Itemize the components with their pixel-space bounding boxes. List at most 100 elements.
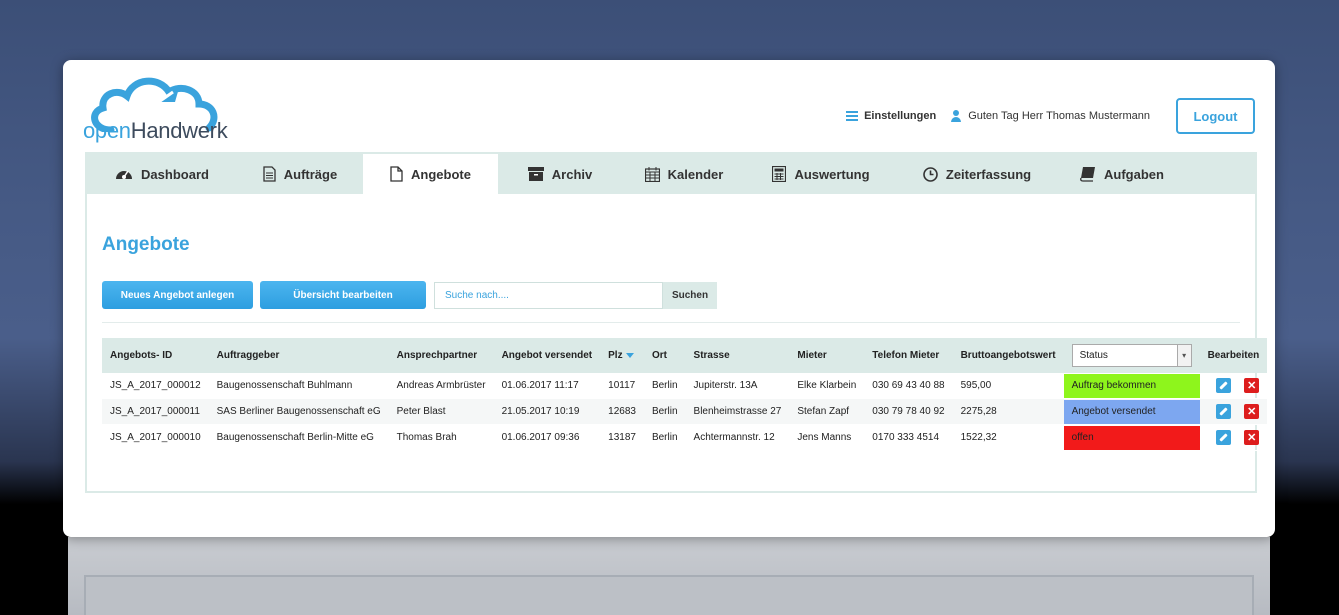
cell-status: offen — [1063, 424, 1200, 451]
pencil-icon[interactable] — [1216, 430, 1232, 445]
col-header-city[interactable]: Ort — [643, 338, 686, 373]
calendar-icon — [644, 166, 660, 182]
cell-edit: ✕ — [1199, 424, 1268, 451]
pencil-icon[interactable] — [1216, 404, 1232, 419]
tab-angebote[interactable]: Angebote — [363, 154, 498, 194]
cell-sent: 01.06.2017 09:36 — [493, 424, 601, 451]
status-badge: offen — [1063, 425, 1200, 450]
document-icon — [390, 166, 403, 182]
divider — [102, 322, 1240, 323]
delete-icon[interactable]: ✕ — [1244, 378, 1260, 393]
col-header-edit: Bearbeiten — [1199, 338, 1268, 373]
cell-sent: 21.05.2017 10:19 — [493, 398, 601, 425]
table-row[interactable]: JS_A_2017_000011 SAS Berliner Baugenossen… — [102, 398, 1268, 425]
cell-zip: 13187 — [600, 424, 644, 451]
col-header-sent[interactable]: Angebot versendet — [493, 338, 601, 373]
cell-contact: Andreas Armbrüster — [388, 373, 494, 399]
cell-city: Berlin — [643, 373, 686, 399]
tab-kalender[interactable]: Kalender — [622, 154, 746, 194]
settings-link[interactable]: Einstellungen — [846, 109, 936, 123]
cell-zip: 10117 — [600, 373, 644, 399]
user-icon — [950, 110, 962, 122]
cell-client: SAS Berliner Baugenossenschaft eG — [208, 398, 389, 425]
app-window: openHandwerk Einstellungen Guten Tag Her… — [63, 60, 1275, 537]
table-header-row: Angebots- ID Auftraggeber Ansprechpartne… — [102, 338, 1268, 373]
new-offer-button[interactable]: Neues Angebot anlegen — [102, 281, 253, 309]
main-panel: Dashboard Aufträge Angebote Archiv Kalen… — [85, 152, 1268, 493]
cell-status: Angebot versendet — [1063, 398, 1200, 425]
main-nav-tabs: Dashboard Aufträge Angebote Archiv Kalen… — [87, 154, 1255, 194]
clock-icon — [923, 166, 938, 182]
cell-sent: 01.06.2017 11:17 — [493, 373, 601, 399]
cell-phone: 030 79 78 40 92 — [864, 398, 953, 425]
cell-edit: ✕ — [1199, 373, 1268, 399]
search-button[interactable]: Suchen — [663, 282, 717, 309]
cell-contact: Peter Blast — [388, 398, 494, 425]
offers-table: Angebots- ID Auftraggeber Ansprechpartne… — [102, 338, 1268, 451]
delete-icon[interactable]: ✕ — [1244, 430, 1260, 445]
cell-id: JS_A_2017_000010 — [102, 424, 209, 451]
page-title: Angebote — [102, 234, 190, 255]
cell-city: Berlin — [643, 398, 686, 425]
col-header-gross[interactable]: Bruttoangebotswert — [952, 338, 1064, 373]
dashboard-icon — [116, 170, 133, 179]
menu-icon — [846, 109, 859, 123]
tab-archiv[interactable]: Archiv — [498, 154, 622, 194]
cell-tenant: Elke Klarbein — [789, 373, 865, 399]
cell-client: Baugenossenschaft Berlin-Mitte eG — [208, 424, 389, 451]
tab-dashboard[interactable]: Dashboard — [87, 154, 237, 194]
tab-auftraege[interactable]: Aufträge — [237, 154, 363, 194]
archive-icon — [527, 167, 544, 181]
greeting-text: Guten Tag Herr Thomas Mustermann — [968, 110, 1150, 122]
cell-edit: ✕ — [1199, 398, 1268, 425]
tab-auswertung[interactable]: Auswertung — [746, 154, 896, 194]
status-badge: Angebot versendet — [1063, 399, 1200, 424]
logo-wordmark: openHandwerk — [83, 118, 228, 143]
chevron-down-icon: ▾ — [1176, 345, 1191, 366]
cell-street: Jupiterstr. 13A — [685, 373, 790, 399]
page-reflection — [68, 537, 1270, 615]
search-input[interactable]: Suche nach.... — [434, 282, 663, 309]
cell-phone: 030 69 43 40 88 — [864, 373, 953, 399]
sort-desc-icon — [625, 352, 634, 358]
cell-zip: 12683 — [600, 398, 644, 425]
status-filter-select[interactable]: Status ▾ — [1071, 344, 1192, 367]
cell-street: Blenheimstrasse 27 — [685, 398, 790, 425]
table-row[interactable]: JS_A_2017_000010 Baugenossenschaft Berlin… — [102, 424, 1268, 451]
cell-client: Baugenossenschaft Buhlmann — [208, 373, 389, 399]
document-text-icon — [263, 166, 276, 182]
user-greeting: Guten Tag Herr Thomas Mustermann — [950, 110, 1150, 122]
cell-gross: 2275,28 — [952, 398, 1064, 425]
cell-contact: Thomas Brah — [388, 424, 494, 451]
col-header-tenant[interactable]: Mieter — [789, 338, 865, 373]
col-header-street[interactable]: Strasse — [685, 338, 790, 373]
col-header-zip[interactable]: Plz — [600, 338, 644, 373]
cell-id: JS_A_2017_000012 — [102, 373, 209, 399]
cell-tenant: Jens Manns — [789, 424, 865, 451]
logout-button[interactable]: Logout — [1176, 98, 1255, 134]
cell-phone: 0170 333 4514 — [864, 424, 953, 451]
brand-logo[interactable]: openHandwerk — [83, 72, 233, 143]
calculator-icon — [772, 166, 787, 182]
col-header-status: Status ▾ — [1063, 338, 1200, 373]
cell-gross: 595,00 — [952, 373, 1064, 399]
pencil-icon[interactable] — [1216, 378, 1232, 393]
settings-label: Einstellungen — [864, 110, 937, 122]
col-header-contact[interactable]: Ansprechpartner — [388, 338, 494, 373]
col-header-phone[interactable]: Telefon Mieter — [864, 338, 953, 373]
cell-status: Auftrag bekommen — [1063, 373, 1200, 399]
tab-aufgaben[interactable]: Aufgaben — [1058, 154, 1186, 194]
cell-tenant: Stefan Zapf — [789, 398, 865, 425]
top-bar: Einstellungen Guten Tag Herr Thomas Must… — [846, 98, 1255, 134]
cell-gross: 1522,32 — [952, 424, 1064, 451]
cell-city: Berlin — [643, 424, 686, 451]
table-row[interactable]: JS_A_2017_000012 Baugenossenschaft Buhlma… — [102, 373, 1268, 399]
col-header-client[interactable]: Auftraggeber — [208, 338, 389, 373]
status-badge: Auftrag bekommen — [1063, 373, 1200, 398]
col-header-id[interactable]: Angebots- ID — [102, 338, 209, 373]
tab-zeiterfassung[interactable]: Zeiterfassung — [896, 154, 1058, 194]
edit-overview-button[interactable]: Übersicht bearbeiten — [260, 281, 426, 309]
cell-id: JS_A_2017_000011 — [102, 398, 209, 425]
book-icon — [1080, 166, 1096, 182]
delete-icon[interactable]: ✕ — [1244, 404, 1260, 419]
